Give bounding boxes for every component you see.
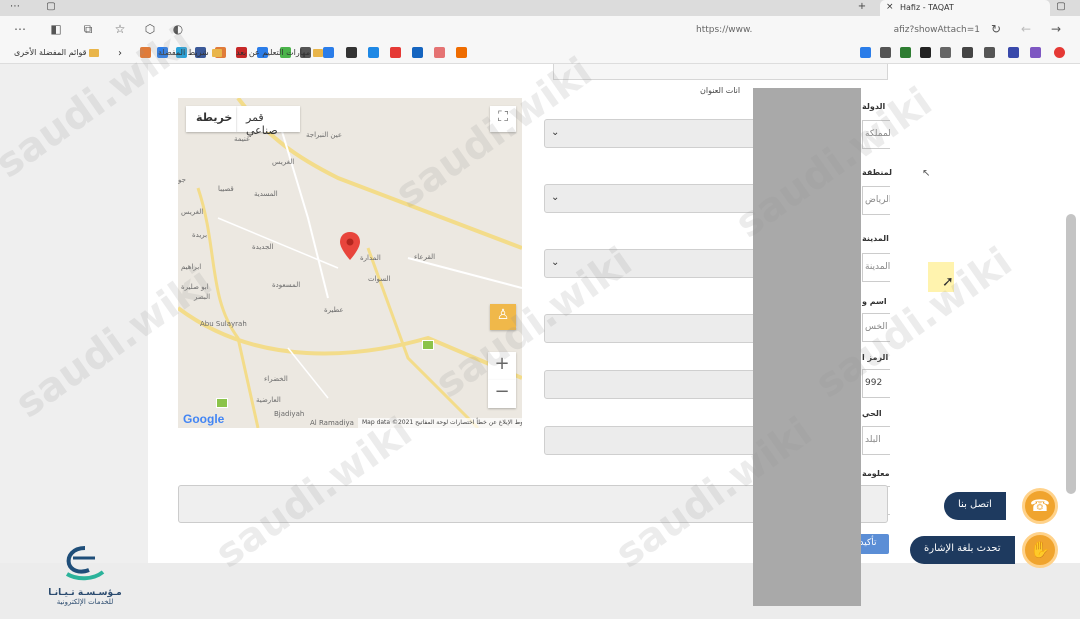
url-text-left: https://www. bbox=[696, 25, 753, 35]
map-place-label: الغريس bbox=[272, 158, 295, 166]
google-logo: Google bbox=[183, 412, 225, 426]
menu-icon[interactable]: ⋯ bbox=[8, 1, 22, 12]
bookmark-icon[interactable] bbox=[860, 47, 871, 58]
bookmark-icon[interactable] bbox=[1030, 47, 1041, 58]
bookmark-icon[interactable] bbox=[434, 47, 445, 58]
bookmark-icon[interactable] bbox=[900, 47, 911, 58]
folder-icon bbox=[211, 48, 222, 57]
sign-language-button[interactable]: تحدث بلغة الإشارة bbox=[910, 536, 1015, 564]
park-icon bbox=[422, 340, 434, 350]
postal-input[interactable] bbox=[544, 370, 758, 399]
map-place-label: Al Ramadiya bbox=[310, 419, 354, 427]
scrollbar[interactable] bbox=[1066, 214, 1076, 494]
folder-icon bbox=[89, 48, 100, 57]
chevron-down-icon: ⌄ bbox=[551, 127, 560, 138]
bookmark-icon[interactable] bbox=[920, 47, 931, 58]
map-place-label: غنيمة bbox=[234, 135, 250, 143]
map-place-label: عطيرة bbox=[324, 306, 344, 314]
logo-icon bbox=[65, 546, 105, 581]
back-icon[interactable]: → bbox=[1048, 22, 1064, 36]
region-select[interactable]: ⌄ bbox=[544, 184, 758, 213]
city-label: المدينة bbox=[862, 234, 889, 243]
logo-line1: مـؤسـسـة تـيـانـا bbox=[48, 588, 122, 598]
tab-actions-icon[interactable]: ▢ bbox=[1054, 1, 1068, 12]
map-pin-icon[interactable] bbox=[340, 232, 360, 260]
map-place-label: الجديدة bbox=[252, 243, 274, 251]
contact-us-button[interactable]: اتصل بنا bbox=[944, 492, 1006, 520]
district-value[interactable]: البلد bbox=[862, 426, 890, 455]
map-place-label: Bjadiyah bbox=[274, 410, 305, 418]
bookmark-icon[interactable] bbox=[346, 47, 357, 58]
collections-icon[interactable]: ⧉ bbox=[80, 22, 96, 37]
bookmark-icon[interactable] bbox=[962, 47, 973, 58]
satellite-toggle[interactable]: قمر صناعي bbox=[236, 106, 300, 137]
refresh-icon[interactable]: ↻ bbox=[988, 22, 1004, 36]
bookmark-icon[interactable] bbox=[940, 47, 951, 58]
park-icon bbox=[216, 398, 228, 408]
folder-icon bbox=[313, 48, 324, 57]
map-place-label: قصيبا bbox=[218, 185, 234, 193]
bookmark-icon[interactable] bbox=[456, 47, 467, 58]
country-select[interactable]: ⌄ bbox=[544, 119, 758, 148]
district-input[interactable] bbox=[544, 426, 758, 455]
bookmark-icon[interactable] bbox=[412, 47, 423, 58]
bookmark-icon[interactable] bbox=[880, 47, 891, 58]
top-field[interactable] bbox=[553, 64, 888, 80]
profile-icon[interactable]: ◧ bbox=[48, 22, 64, 36]
url-field[interactable]: https://www. afiz?showAttach=1 bbox=[690, 21, 990, 40]
more-icon[interactable]: ⋯ bbox=[12, 22, 28, 36]
favorites-icon[interactable]: ☆ bbox=[112, 22, 128, 36]
bookmark-icon[interactable] bbox=[984, 47, 995, 58]
bookmark-icon[interactable] bbox=[323, 47, 334, 58]
map-place-label: المسعودة bbox=[272, 281, 301, 289]
map-place-label: الغريس bbox=[181, 208, 204, 216]
map-place-label: المدارة bbox=[360, 254, 381, 262]
map-place-label: العارضية bbox=[256, 396, 281, 404]
map-place-label: عين النبراجة bbox=[306, 131, 343, 139]
map-place-label: السوات bbox=[368, 275, 391, 283]
building-label: اسم و bbox=[862, 297, 887, 306]
headset-icon[interactable]: ☎ bbox=[1022, 488, 1058, 524]
new-tab-icon[interactable]: + bbox=[855, 1, 869, 12]
tab-active[interactable]: Hafiz - TAQAT × bbox=[880, 0, 1050, 16]
map-toggle[interactable]: خريطة bbox=[186, 106, 236, 132]
cursor-icon: ↖ bbox=[922, 168, 931, 179]
close-tab-icon[interactable]: × bbox=[886, 2, 894, 12]
bookmark-icon[interactable] bbox=[390, 47, 401, 58]
window-icon[interactable]: ▢ bbox=[44, 1, 58, 12]
map-place-label: جو bbox=[178, 176, 186, 184]
logo-line2: للخدمات الإلكترونية bbox=[56, 598, 114, 606]
district-label: الحي bbox=[862, 409, 882, 418]
zoom-out-button[interactable]: − bbox=[488, 380, 516, 408]
bookmark-icon[interactable] bbox=[1054, 47, 1065, 58]
logo: مـؤسـسـة تـيـانـا للخدمات الإلكترونية bbox=[40, 544, 130, 619]
bookmark-icon[interactable] bbox=[368, 47, 379, 58]
bookmark-other-favorites[interactable]: قوائم المفضلة الأخرى bbox=[14, 48, 100, 57]
region-value[interactable]: الرياض bbox=[862, 186, 890, 215]
bookmark-remote-learning[interactable]: مهارات التعليم عن بعد bbox=[236, 48, 324, 57]
map-place-label: المسدية bbox=[254, 190, 278, 198]
forward-icon[interactable]: ← bbox=[1018, 22, 1034, 36]
bookmark-icon[interactable] bbox=[1008, 47, 1019, 58]
tab-strip: ⋯ ▢ + Hafiz - TAQAT × ▢ bbox=[0, 0, 1080, 16]
city-value[interactable]: المدينة bbox=[862, 253, 890, 282]
url-text-right: afiz?showAttach=1 bbox=[893, 25, 980, 35]
map-place-label: Abu Sulayrah bbox=[200, 320, 247, 328]
tab-title: Hafiz - TAQAT bbox=[900, 3, 954, 12]
map-place-label: بريدة bbox=[192, 231, 208, 239]
information-label: معلومة bbox=[862, 469, 890, 478]
chevron-down-icon: ⌄ bbox=[551, 192, 560, 203]
address-hint: انات العنوان bbox=[700, 86, 741, 95]
region-label: المنطقة bbox=[862, 168, 892, 177]
map-place-label: الخضراء bbox=[264, 375, 288, 383]
map-place-label: القرعاء bbox=[414, 253, 436, 261]
chevron-down-icon: ⌄ bbox=[551, 257, 560, 268]
